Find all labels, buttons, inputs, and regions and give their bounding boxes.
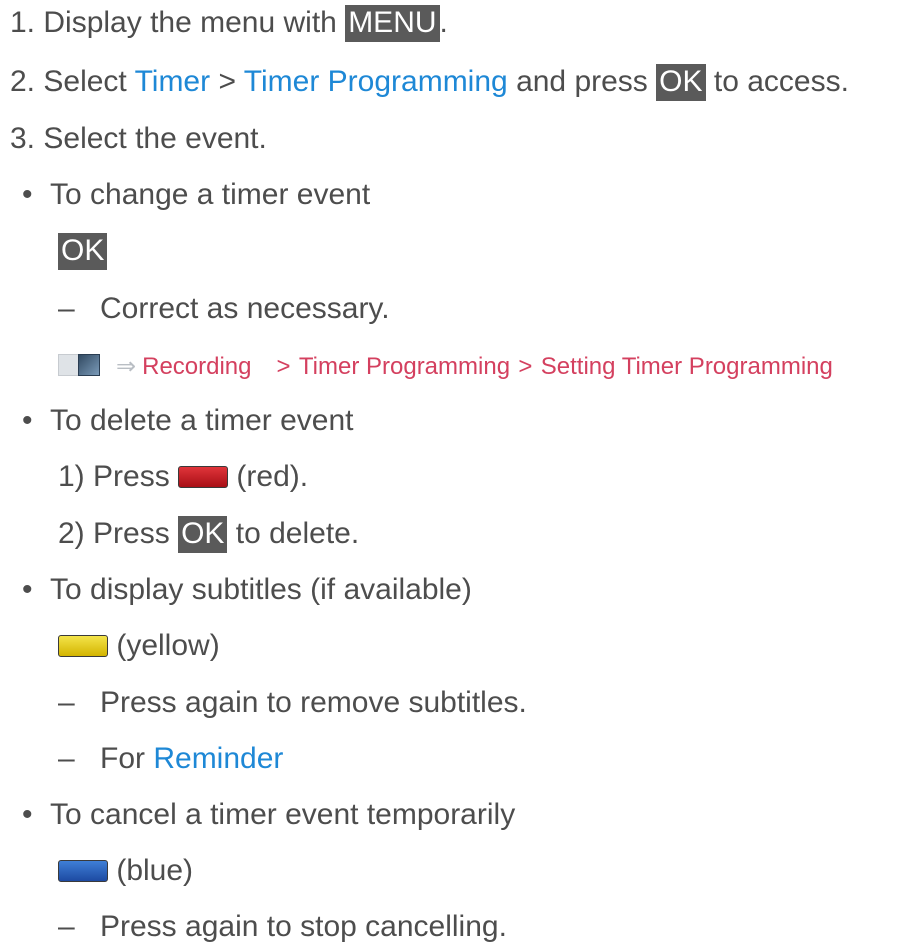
- step-number: 2): [58, 517, 85, 550]
- step-3: 3. Select the event.: [10, 121, 267, 157]
- step-text: and press: [516, 65, 648, 98]
- ref-separator: >: [518, 353, 533, 380]
- separator: >: [218, 65, 236, 98]
- blue-button-line: (blue): [58, 853, 193, 889]
- blue-button-icon: [58, 860, 108, 882]
- note-stop-cancelling: – Press again to stop cancelling.: [58, 909, 507, 945]
- bullet-title: To change a timer event: [50, 178, 371, 211]
- step-text: Press: [93, 517, 170, 550]
- dash: –: [58, 910, 75, 943]
- bullet-icon: •: [22, 798, 33, 831]
- bullet-delete-event: • To delete a timer event: [22, 403, 354, 439]
- red-button-icon: [178, 466, 229, 488]
- delete-step-2: 2) Press OK to delete.: [58, 516, 359, 553]
- step-1: 1. Display the menu with MENU.: [10, 5, 448, 42]
- step-number: 1): [58, 460, 85, 493]
- ref-separator: >: [276, 353, 291, 380]
- color-label: (red).: [236, 460, 309, 493]
- note-text: Press again to stop cancelling.: [100, 910, 507, 943]
- ok-key: OK: [656, 64, 706, 101]
- dash: –: [58, 686, 75, 719]
- bullet-icon: •: [22, 404, 33, 437]
- ok-key-line: OK: [58, 233, 108, 270]
- dash: –: [58, 742, 75, 775]
- note-text: For: [100, 742, 145, 775]
- step-text: Display the menu with: [43, 6, 337, 39]
- note-text: Correct as necessary.: [100, 292, 390, 325]
- ok-key: OK: [178, 516, 228, 553]
- bullet-subtitles: • To display subtitles (if available): [22, 572, 472, 608]
- step-text: to access.: [713, 65, 849, 98]
- note-remove-subtitles: – Press again to remove subtitles.: [58, 685, 527, 721]
- ok-key: OK: [58, 233, 108, 270]
- color-label: (yellow): [116, 629, 220, 662]
- note-correct: – Correct as necessary.: [58, 291, 390, 327]
- bullet-change-event: • To change a timer event: [22, 177, 370, 213]
- step-2: 2. Select Timer > Timer Programming and …: [10, 64, 849, 101]
- step-text: Select: [43, 65, 127, 98]
- bullet-icon: •: [22, 573, 33, 606]
- ref-timer-programming[interactable]: Timer Programming: [299, 353, 510, 380]
- reference-link[interactable]: ⇒ Recording > Timer Programming > Setting…: [58, 347, 833, 385]
- arrow-right-icon: ⇒: [116, 353, 137, 380]
- bullet-cancel-event: • To cancel a timer event temporarily: [22, 797, 515, 833]
- step-text: to delete.: [235, 517, 360, 550]
- step-number: 1.: [10, 6, 36, 39]
- delete-step-1: 1) Press (red).: [58, 459, 308, 495]
- reminder-link[interactable]: Reminder: [153, 742, 283, 775]
- ref-setting-timer-programming[interactable]: Setting Timer Programming: [541, 353, 833, 380]
- timer-link[interactable]: Timer: [135, 65, 211, 98]
- bullet-title: To delete a timer event: [50, 404, 354, 437]
- dash: –: [58, 292, 75, 325]
- step-text: Press: [93, 460, 170, 493]
- step-text: Select the event.: [43, 122, 267, 155]
- menu-key: MENU: [345, 5, 440, 42]
- bullet-icon: •: [22, 178, 33, 211]
- bullet-title: To cancel a timer event temporarily: [50, 798, 516, 831]
- step-number: 3.: [10, 122, 36, 155]
- bullet-title: To display subtitles (if available): [50, 573, 472, 606]
- color-label: (blue): [116, 854, 194, 887]
- yellow-button-icon: [58, 635, 108, 657]
- note-text: Press again to remove subtitles.: [100, 686, 527, 719]
- step-number: 2.: [10, 65, 36, 98]
- ebook-icon: [58, 352, 114, 378]
- ref-recording[interactable]: Recording: [142, 353, 251, 380]
- note-reminder: – For Reminder: [58, 741, 283, 777]
- step-end: .: [439, 6, 448, 39]
- timer-programming-link[interactable]: Timer Programming: [244, 65, 508, 98]
- yellow-button-line: (yellow): [58, 628, 220, 664]
